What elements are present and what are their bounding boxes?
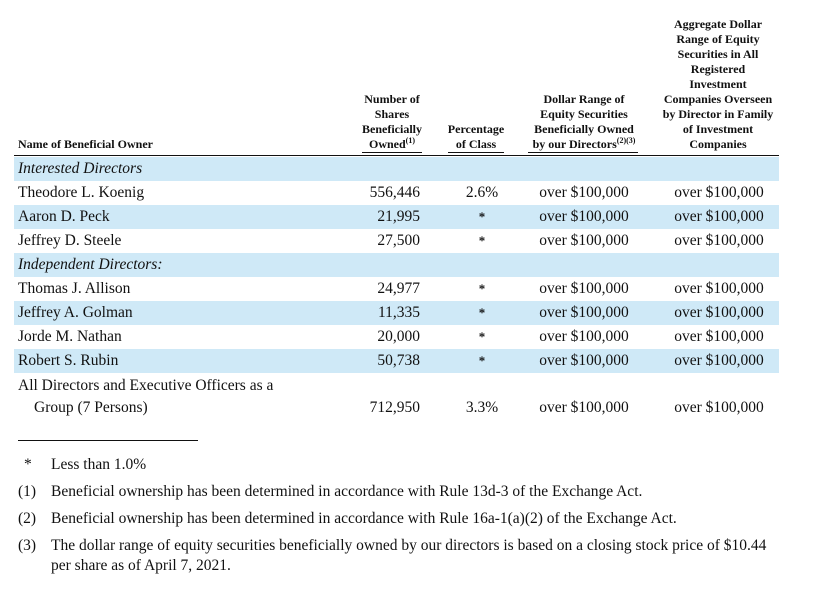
percentage-of-class: 2.6% bbox=[465, 184, 499, 201]
owner-name: Jeffrey A. Golman bbox=[18, 304, 133, 321]
header-shares-line1: Number of bbox=[364, 92, 420, 106]
shares-owned: 50,738 bbox=[377, 352, 420, 369]
percentage-of-class: * bbox=[478, 281, 486, 296]
header-number-of-shares: Number of Shares Beneficially Owned(1) bbox=[352, 92, 432, 152]
footnote-1: (1) Beneficial ownership has been determ… bbox=[18, 482, 798, 502]
header-dollar-range: Dollar Range of Equity Securities Benefi… bbox=[523, 92, 645, 152]
section-row-independent: Independent Directors: bbox=[14, 253, 779, 277]
footnote-ref-1: (1) bbox=[405, 136, 415, 145]
percentage-of-class: * bbox=[478, 329, 486, 344]
footnote-2: (2) Beneficial ownership has been determ… bbox=[18, 509, 798, 529]
footnote-star: * Less than 1.0% bbox=[18, 455, 798, 475]
header-underline-pct bbox=[448, 152, 504, 153]
owner-name: Jeffrey D. Steele bbox=[18, 232, 122, 249]
group-name-line2: Group (7 Persons) bbox=[34, 399, 148, 416]
aggregate-dollar-range: over $100,000 bbox=[674, 352, 764, 369]
percentage-of-class: * bbox=[478, 305, 486, 320]
header-agg-line7: by Director in Family bbox=[662, 107, 774, 121]
header-agg-line5: Investment bbox=[689, 77, 747, 91]
aggregate-dollar-range: over $100,000 bbox=[674, 232, 764, 249]
dollar-range: over $100,000 bbox=[539, 328, 629, 345]
aggregate-dollar-range: over $100,000 bbox=[674, 304, 764, 321]
footnote-text: Beneficial ownership has been determined… bbox=[51, 510, 677, 527]
shares-owned: 556,446 bbox=[369, 184, 420, 201]
table-row: Jeffrey D. Steele 27,500 * over $100,000… bbox=[14, 229, 779, 253]
table-row: Thomas J. Allison 24,977 * over $100,000… bbox=[14, 277, 779, 301]
dollar-range: over $100,000 bbox=[539, 352, 629, 369]
aggregate-dollar-range: over $100,000 bbox=[674, 280, 764, 297]
header-shares-owned: Owned bbox=[368, 137, 406, 151]
dollar-range: over $100,000 bbox=[539, 304, 629, 321]
shares-owned: 21,995 bbox=[377, 208, 420, 225]
header-pct-line2: of Class bbox=[455, 137, 497, 151]
header-shares-line2: Shares bbox=[374, 107, 410, 121]
dollar-range: over $100,000 bbox=[539, 280, 629, 297]
owner-name: Theodore L. Koenig bbox=[18, 184, 145, 201]
group-total-row: All Directors and Executive Officers as … bbox=[14, 375, 779, 423]
dollar-range: over $100,000 bbox=[539, 208, 629, 225]
footnote-mark: (2) bbox=[18, 510, 37, 527]
aggregate-dollar-range: over $100,000 bbox=[674, 328, 764, 345]
header-agg-line1: Aggregate Dollar bbox=[673, 17, 763, 31]
header-agg-line2: Range of Equity bbox=[676, 32, 760, 46]
footnote-text: The dollar range of equity securities be… bbox=[51, 537, 767, 574]
section-row-interested: Interested Directors bbox=[14, 157, 779, 181]
group-percentage-of-class: 3.3% bbox=[465, 399, 499, 416]
dollar-range: over $100,000 bbox=[539, 184, 629, 201]
header-agg-line8: of Investment bbox=[682, 122, 754, 136]
table-row: Aaron D. Peck 21,995 * over $100,000 ove… bbox=[14, 205, 779, 229]
header-dollar-line1: Dollar Range of bbox=[543, 92, 625, 106]
footnote-text: Less than 1.0% bbox=[51, 456, 147, 473]
footnote-mark: (3) bbox=[18, 537, 37, 554]
shares-owned: 24,977 bbox=[377, 280, 420, 297]
aggregate-dollar-range: over $100,000 bbox=[674, 208, 764, 225]
section-label-independent: Independent Directors: bbox=[18, 256, 163, 273]
header-dollar-line4: by our Directors(2)(3) bbox=[523, 137, 645, 152]
group-dollar-range: over $100,000 bbox=[539, 399, 629, 416]
table-row: Theodore L. Koenig 556,446 2.6% over $10… bbox=[14, 181, 779, 205]
table-row: Jeffrey A. Golman 11,335 * over $100,000… bbox=[14, 301, 779, 325]
header-agg-line4: Registered bbox=[690, 62, 746, 76]
footnote-mark: (1) bbox=[18, 483, 37, 500]
footnote-ref-2-3: (2)(3) bbox=[616, 136, 636, 145]
header-dollar-by-directors: by our Directors bbox=[532, 137, 617, 151]
percentage-of-class: * bbox=[478, 209, 486, 224]
table-row: Robert S. Rubin 50,738 * over $100,000 o… bbox=[14, 349, 779, 373]
header-bottom-border bbox=[14, 155, 779, 156]
footnote-3: (3) The dollar range of equity securitie… bbox=[18, 536, 798, 576]
owner-name: Aaron D. Peck bbox=[18, 208, 110, 225]
section-label-interested: Interested Directors bbox=[18, 160, 143, 177]
group-aggregate-dollar-range: over $100,000 bbox=[674, 399, 764, 416]
header-dollar-line3: Beneficially Owned bbox=[534, 122, 634, 136]
header-underline-shares bbox=[362, 152, 422, 153]
group-name-line1: All Directors and Executive Officers as … bbox=[18, 377, 274, 394]
shares-owned: 20,000 bbox=[377, 328, 420, 345]
group-shares-owned: 712,950 bbox=[369, 399, 420, 416]
header-percentage-of-class: Percentage of Class bbox=[440, 122, 512, 152]
footnote-separator bbox=[18, 440, 198, 441]
aggregate-dollar-range: over $100,000 bbox=[674, 184, 764, 201]
header-name-of-beneficial-owner: Name of Beneficial Owner bbox=[18, 137, 153, 151]
header-agg-line6: Companies Overseen bbox=[663, 92, 773, 106]
owner-name: Jorde M. Nathan bbox=[18, 328, 122, 345]
header-pct-line1: Percentage bbox=[447, 122, 505, 136]
header-aggregate-dollar-range: Aggregate Dollar Range of Equity Securit… bbox=[654, 17, 782, 152]
percentage-of-class: * bbox=[478, 353, 486, 368]
footnote-mark: * bbox=[24, 456, 32, 473]
header-underline-dollar bbox=[528, 152, 638, 153]
header-agg-line9: Companies bbox=[689, 137, 747, 151]
header-agg-line3: Securities in All bbox=[677, 47, 759, 61]
shares-owned: 27,500 bbox=[377, 232, 420, 249]
header-shares-line4: Owned(1) bbox=[352, 137, 432, 152]
owner-name: Thomas J. Allison bbox=[18, 280, 131, 297]
footnote-text: Beneficial ownership has been determined… bbox=[51, 483, 643, 500]
dollar-range: over $100,000 bbox=[539, 232, 629, 249]
percentage-of-class: * bbox=[478, 233, 486, 248]
header-shares-line3: Beneficially bbox=[362, 122, 422, 136]
header-dollar-line2: Equity Securities bbox=[540, 107, 628, 121]
shares-owned: 11,335 bbox=[377, 304, 420, 321]
owner-name: Robert S. Rubin bbox=[18, 352, 119, 369]
table-row: Jorde M. Nathan 20,000 * over $100,000 o… bbox=[14, 325, 779, 349]
